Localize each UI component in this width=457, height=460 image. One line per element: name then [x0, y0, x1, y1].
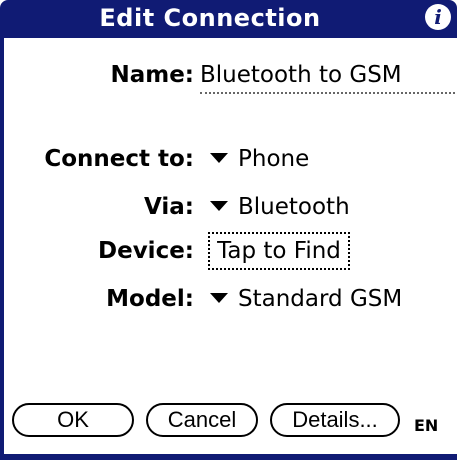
- via-value: Bluetooth: [238, 194, 350, 220]
- edit-connection-dialog: Edit Connection i Name: Bluetooth to GSM…: [0, 0, 457, 460]
- name-label: Name:: [110, 62, 194, 88]
- tap-to-find-button[interactable]: Tap to Find: [208, 232, 350, 270]
- title-bar: Edit Connection i: [0, 0, 457, 38]
- dropdown-arrow-icon: [210, 292, 228, 303]
- model-value: Standard GSM: [238, 286, 403, 312]
- connect-to-label: Connect to:: [44, 146, 194, 172]
- ok-button[interactable]: OK: [12, 403, 134, 437]
- name-field[interactable]: Bluetooth to GSM: [200, 62, 455, 94]
- via-picker[interactable]: Bluetooth: [210, 194, 350, 220]
- cancel-button[interactable]: Cancel: [146, 403, 258, 437]
- connect-to-value: Phone: [238, 146, 310, 172]
- details-button[interactable]: Details...: [270, 403, 400, 437]
- device-label: Device:: [98, 238, 194, 264]
- via-label: Via:: [144, 194, 194, 220]
- language-indicator: EN: [414, 416, 439, 435]
- dialog-title: Edit Connection: [99, 4, 321, 32]
- model-picker[interactable]: Standard GSM: [210, 286, 402, 312]
- dialog-frame-left: [0, 38, 4, 456]
- dropdown-arrow-icon: [210, 152, 228, 163]
- model-label: Model:: [106, 286, 194, 312]
- connect-to-picker[interactable]: Phone: [210, 146, 309, 172]
- dialog-frame-bottom: [0, 454, 457, 460]
- info-icon[interactable]: i: [425, 4, 451, 30]
- dropdown-arrow-icon: [210, 200, 228, 211]
